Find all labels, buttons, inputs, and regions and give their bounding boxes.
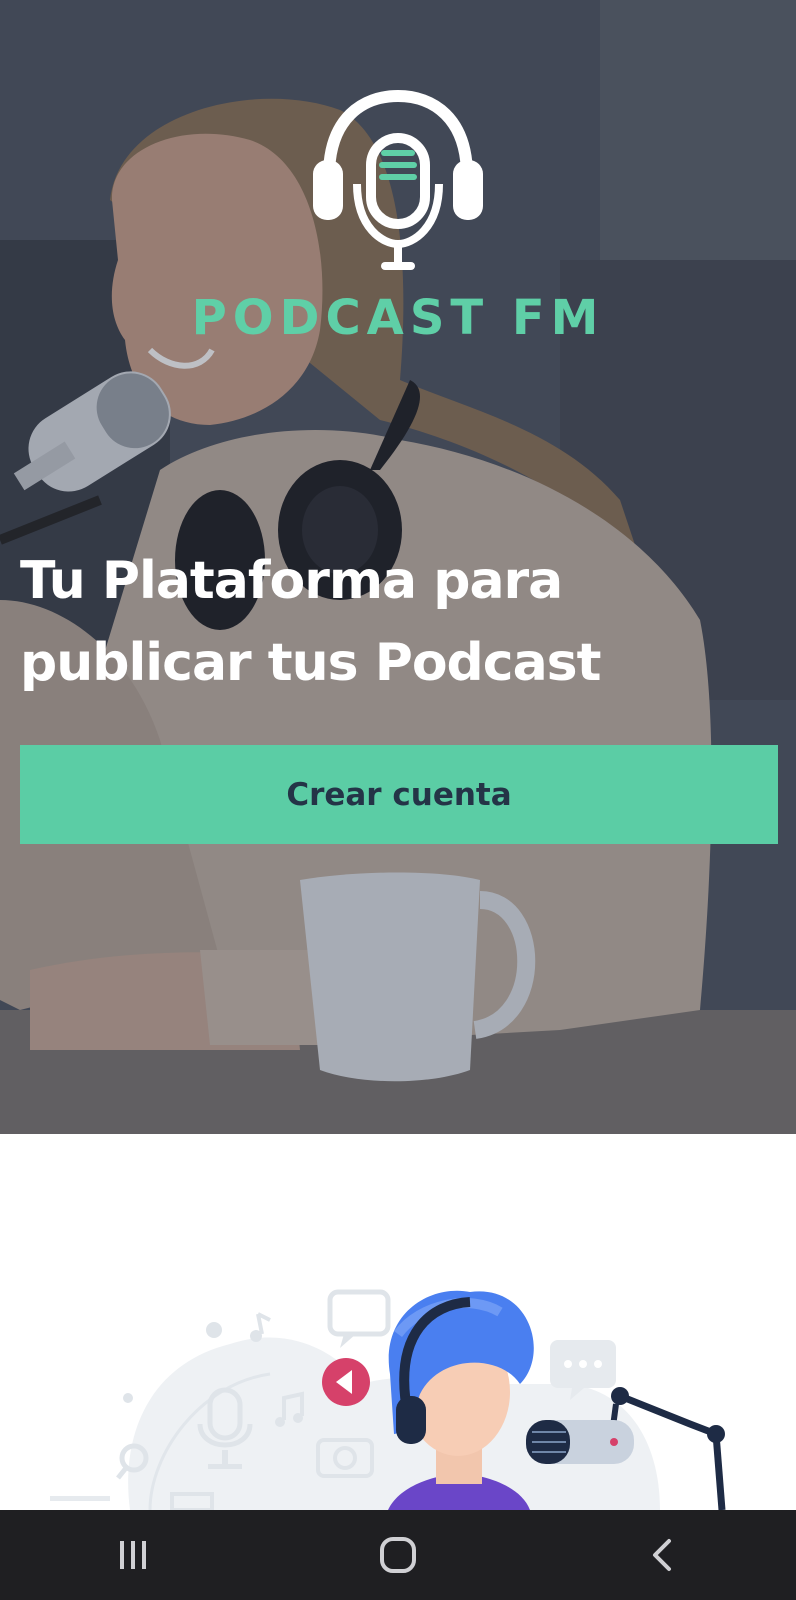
back-button[interactable] [603,1510,723,1600]
create-account-button[interactable]: Crear cuenta [20,745,778,844]
hero-tagline: Tu Plataforma para publicar tus Podcast [20,540,760,704]
tagline-line-2: publicar tus Podcast [20,633,602,693]
hero-section: PODCAST FM Tu Plataforma para publicar t… [0,0,796,1134]
brand-name: PODCAST FM [191,290,605,346]
recent-apps-icon [119,1541,146,1569]
system-navigation-bar [0,1510,796,1600]
podcaster-illustration-art [50,1289,726,1510]
tagline-line-1: Tu Plataforma para [20,551,563,611]
app-screen: PODCAST FM Tu Plataforma para publicar t… [0,0,796,1600]
back-icon [653,1539,672,1571]
headphones-microphone-icon [313,89,483,270]
home-button[interactable] [338,1510,458,1600]
home-icon [379,1537,416,1573]
podcaster-illustration [0,1134,796,1510]
podcast-fm-logo [0,88,796,278]
recent-apps-button[interactable] [73,1510,193,1600]
